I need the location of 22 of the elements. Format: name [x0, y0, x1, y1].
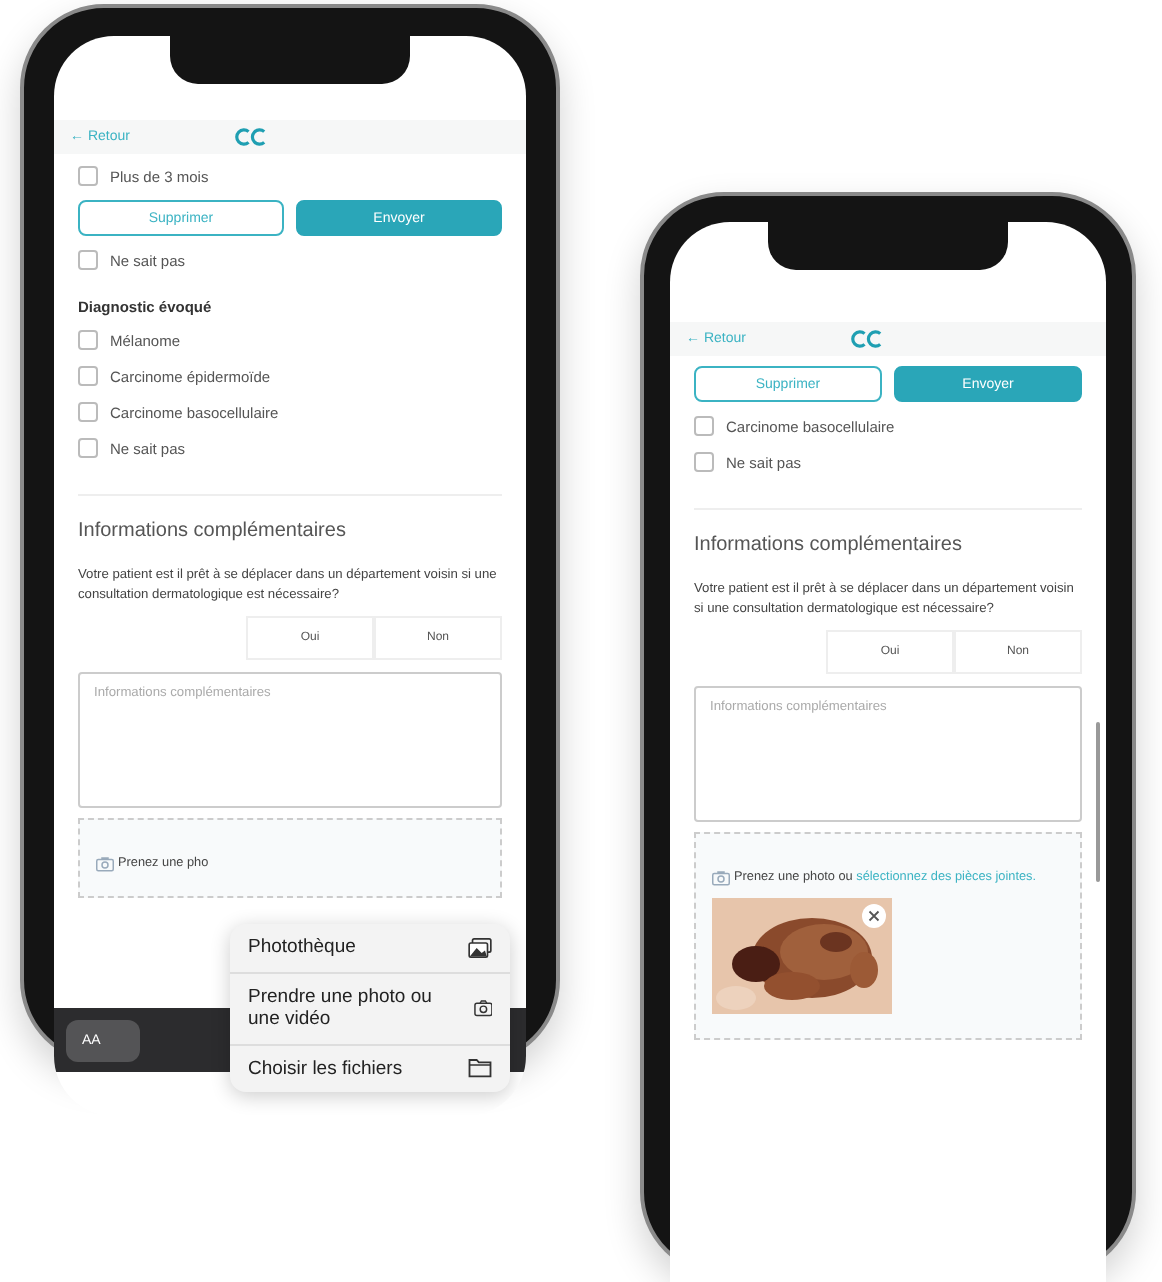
- gallery-icon: [468, 938, 492, 959]
- camera-icon: [712, 869, 730, 886]
- checkbox[interactable]: [78, 330, 98, 350]
- checkbox[interactable]: [694, 416, 714, 436]
- checkbox[interactable]: [78, 166, 98, 186]
- menu-item[interactable]: Prendre une photo ou une vidéo: [230, 973, 510, 1046]
- camera-icon: [96, 855, 114, 872]
- folder-icon: [468, 1058, 492, 1079]
- checkbox[interactable]: [78, 366, 98, 386]
- section-title: Informations complémentaires: [78, 520, 348, 542]
- checkbox[interactable]: [78, 402, 98, 422]
- section-title: Informations complémentaires: [694, 534, 964, 556]
- checkbox[interactable]: [78, 250, 98, 270]
- menu-item[interactable]: Photothèque: [230, 924, 510, 974]
- menu-item[interactable]: Choisir les fichiers: [230, 1045, 510, 1092]
- logo-icon: [849, 330, 882, 348]
- checkbox[interactable]: [694, 452, 714, 472]
- checkbox[interactable]: [78, 438, 98, 458]
- scrollbar[interactable]: [1096, 722, 1100, 882]
- camera-icon: [473, 998, 492, 1019]
- logo-icon: [233, 128, 266, 146]
- close-icon: [868, 909, 880, 922]
